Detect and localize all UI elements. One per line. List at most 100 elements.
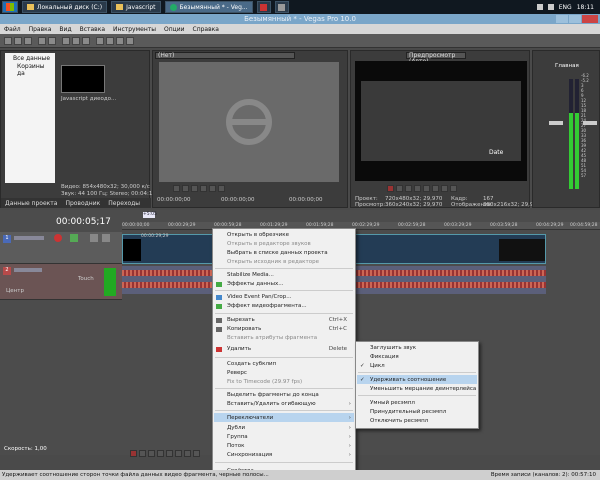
menu-insert[interactable]: Вставка (80, 26, 105, 33)
taskbar-item-disk[interactable]: Локальный диск (C:) (22, 1, 108, 13)
video-track-compositing-icon[interactable] (70, 234, 78, 242)
ctx-event-fx[interactable]: Эффект видеофрагмента... (227, 302, 307, 310)
audio-track-header[interactable]: 2 Touch Центр (0, 264, 122, 300)
trimmer-pause-button[interactable] (182, 185, 189, 192)
ctx-open-trimmer[interactable]: Открыть в обрезчике (227, 231, 289, 239)
paste-icon[interactable] (82, 37, 90, 45)
menu-tools[interactable]: Инструменты (113, 26, 156, 33)
menu-help[interactable]: Справка (193, 26, 219, 33)
taskbar-item-media[interactable] (256, 1, 271, 13)
autoripple-icon[interactable] (126, 37, 134, 45)
trimmer-dropdown[interactable]: (Нет) (155, 52, 295, 59)
ctx-fix-timecode[interactable]: Fix to Timecode (29.97 fps) (227, 378, 302, 386)
ctx-select-to-end[interactable]: Выделить фрагменты до конца (227, 391, 319, 399)
maximize-button[interactable] (569, 15, 581, 23)
video-track-fx-icon[interactable] (54, 234, 62, 242)
ctx-insert-envelope[interactable]: Вставить/Удалить огибающую (227, 400, 316, 408)
video-track-solo-icon[interactable] (102, 234, 110, 242)
preview-mode-dropdown[interactable]: Предпросмотр (Авто) (406, 52, 466, 65)
trimmer-stop-button[interactable] (191, 185, 198, 192)
language-indicator[interactable]: ENG (559, 4, 572, 11)
menu-file[interactable]: Файл (4, 26, 21, 33)
sub-maintain-aspect[interactable]: Удерживать соотношение (370, 376, 446, 384)
main-prev-button[interactable] (184, 450, 191, 457)
tab-project-media[interactable]: Данные проекта (5, 200, 57, 207)
menu-view[interactable]: Вид (59, 26, 71, 33)
sub-mute[interactable]: Заглушить звук (370, 344, 416, 352)
ctx-stabilize[interactable]: Stabilize Media... (227, 271, 274, 279)
tab-transitions[interactable]: Переходы (108, 200, 140, 207)
ctx-stream[interactable]: Поток (227, 442, 244, 450)
go-end-button[interactable] (450, 185, 457, 192)
ctx-open-sound-editor[interactable]: Открыть в редакторе звуков (227, 240, 311, 248)
taskbar-item-vegas[interactable]: Безымянный * - Veg... (164, 1, 253, 13)
tab-explorer[interactable]: Проводник (65, 200, 100, 207)
main-record-button[interactable] (130, 450, 137, 457)
ctx-switches[interactable]: Переключатели (227, 414, 273, 422)
trimmer-loop-button[interactable] (218, 185, 225, 192)
ctx-open-source[interactable]: Открыть исходник в редакторе (227, 258, 319, 266)
ctx-group[interactable]: Группа (227, 433, 248, 441)
timeline-ruler[interactable]: 00:00:00;00 00:00:29;29 00:00:59;28 00:0… (122, 222, 600, 230)
sub-smart-resample[interactable]: Умный ресэмпл (370, 399, 415, 407)
play-button[interactable] (414, 185, 421, 192)
new-icon[interactable] (4, 37, 12, 45)
stop-button[interactable] (432, 185, 439, 192)
clock[interactable]: 18:11 (577, 4, 594, 11)
pause-button[interactable] (423, 185, 430, 192)
sub-reduce-flicker[interactable]: Уменьшить мерцание деинтерлейса (370, 385, 476, 393)
volume-icon[interactable] (547, 4, 554, 10)
timeline-timecode[interactable]: 00:00:05;17 (56, 217, 111, 227)
record-button[interactable] (387, 185, 394, 192)
video-track-header[interactable]: 1 (0, 232, 122, 264)
snap-icon[interactable] (116, 37, 124, 45)
start-button[interactable] (2, 1, 18, 13)
audio-track-automation[interactable]: Touch (78, 276, 94, 282)
sub-force-resample[interactable]: Принудительный ресэмпл (370, 408, 446, 416)
video-track-opacity-slider[interactable] (14, 236, 44, 240)
ctx-synchronize[interactable]: Синхронизация (227, 451, 272, 459)
ctx-create-subclip[interactable]: Создать субклип (227, 360, 276, 368)
timeline-marker[interactable]: +5:05 (143, 212, 157, 218)
media-thumbnail[interactable] (61, 65, 105, 93)
loop-button[interactable] (396, 185, 403, 192)
play-from-start-button[interactable] (405, 185, 412, 192)
ctx-copy[interactable]: Копировать (227, 325, 261, 333)
close-button[interactable] (582, 15, 598, 23)
save-icon[interactable] (24, 37, 32, 45)
main-play-start-button[interactable] (148, 450, 155, 457)
master-fader-left[interactable] (549, 121, 563, 125)
ctx-media-fx[interactable]: Эффекты данных... (227, 280, 283, 288)
ctx-takes[interactable]: Дубли (227, 424, 245, 432)
menu-options[interactable]: Опции (164, 26, 185, 33)
ctx-paste-attributes[interactable]: Вставить атрибуты фрагмента (227, 334, 317, 342)
menu-edit[interactable]: Правка (29, 26, 52, 33)
audio-track-volume-slider[interactable] (14, 268, 42, 272)
ctx-pan-crop[interactable]: Video Event Pan/Crop... (227, 293, 292, 301)
trimmer-next-button[interactable] (209, 185, 216, 192)
sub-disable-resample[interactable]: Отключить ресэмпл (370, 417, 428, 425)
trimmer-play-button[interactable] (173, 185, 180, 192)
open-icon[interactable] (14, 37, 22, 45)
main-next-button[interactable] (193, 450, 200, 457)
main-pause-button[interactable] (166, 450, 173, 457)
main-loop-button[interactable] (139, 450, 146, 457)
media-name[interactable]: Javascript диеодо... (61, 96, 116, 102)
ctx-cut[interactable]: Вырезать (227, 316, 255, 324)
tree-item-bins[interactable]: Корзины да (5, 62, 55, 77)
render-icon[interactable] (96, 37, 104, 45)
trimmer-prev-button[interactable] (200, 185, 207, 192)
ctx-delete[interactable]: Удалить (227, 345, 251, 353)
ctx-reverse[interactable]: Реверс (227, 369, 247, 377)
redo-icon[interactable] (48, 37, 56, 45)
network-icon[interactable] (536, 4, 543, 10)
properties-icon[interactable] (106, 37, 114, 45)
video-track-mute-icon[interactable] (90, 234, 98, 242)
taskbar-item-settings[interactable] (274, 1, 289, 13)
sub-lock[interactable]: Фиксация (370, 353, 399, 361)
main-stop-button[interactable] (175, 450, 182, 457)
tree-item-all[interactable]: Все данные (5, 53, 55, 62)
ctx-select-in-media[interactable]: Выбрать в списке данных проекта (227, 249, 328, 257)
audio-track-pan[interactable]: Центр (6, 288, 24, 294)
minimize-button[interactable] (556, 15, 568, 23)
